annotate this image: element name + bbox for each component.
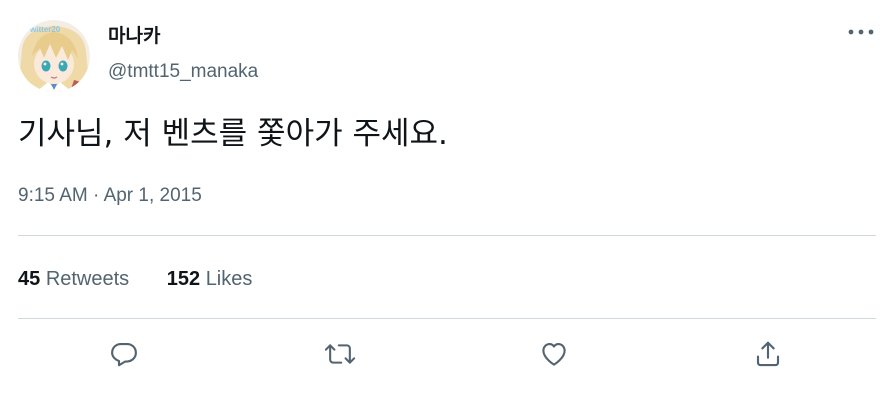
divider-top — [18, 235, 876, 236]
tweet-date[interactable]: Apr 1, 2015 — [104, 185, 202, 206]
user-handle[interactable]: @tmtt15_manaka — [108, 60, 258, 84]
retweet-button[interactable] — [320, 334, 360, 374]
heart-icon — [542, 342, 566, 366]
retweets-label: Retweets — [45, 268, 130, 290]
share-button[interactable] — [748, 334, 788, 374]
tweet-stats: 45 Retweets 152 Likes — [18, 265, 252, 293]
tweet-time[interactable]: 9:15 AM — [18, 185, 88, 206]
avatar[interactable]: witter20 — [18, 20, 90, 92]
like-button[interactable] — [534, 334, 574, 374]
likes-count: 152 — [166, 268, 201, 290]
tweet-timestamp: 9:15 AM · Apr 1, 2015 — [18, 183, 202, 209]
likes-label: Likes — [205, 268, 253, 290]
share-icon — [756, 341, 780, 367]
tweet-text: 기사님, 저 벤츠를 쫓아가 주세요. — [18, 116, 448, 152]
more-options-button[interactable] — [846, 20, 876, 44]
action-bar — [0, 334, 894, 378]
display-name[interactable]: 마나카 — [108, 24, 160, 48]
avatar-logo-text: witter20 — [29, 25, 61, 34]
retweets-count: 45 — [18, 268, 41, 290]
avatar-image: witter20 — [18, 20, 90, 92]
retweets-stat[interactable]: 45 Retweets — [18, 265, 129, 293]
retweet-icon — [324, 344, 356, 364]
reply-icon — [111, 342, 137, 367]
meta-separator: · — [93, 185, 100, 206]
divider-bottom — [18, 318, 876, 319]
tweet-card: witter20 마나카 @tmtt15_manaka 기사님, 저 벤츠를 쫓… — [0, 0, 894, 409]
more-horizontal-icon — [848, 29, 874, 35]
likes-stat[interactable]: 152 Likes — [167, 265, 253, 293]
reply-button[interactable] — [104, 334, 144, 374]
